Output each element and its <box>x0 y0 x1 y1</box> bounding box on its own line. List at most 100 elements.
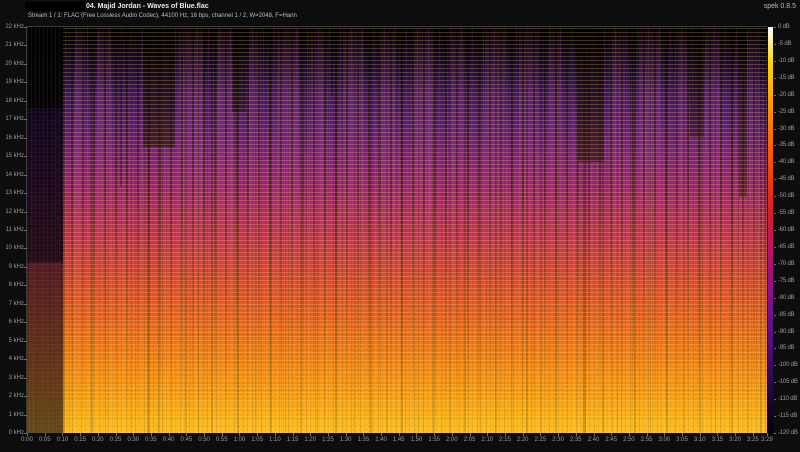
freq-axis-label: 5 kHz <box>0 338 24 345</box>
tick-mark <box>62 433 63 436</box>
tick-mark <box>27 433 28 436</box>
tick-mark <box>24 230 27 231</box>
tick-mark <box>452 433 453 436</box>
freq-axis-label: 9 kHz <box>0 264 24 271</box>
tick-mark <box>753 433 754 436</box>
tick-mark <box>505 433 506 436</box>
tick-mark <box>24 82 27 83</box>
tick-mark <box>523 433 524 436</box>
freq-axis-label: 1 kHz <box>0 412 24 419</box>
tick-mark <box>629 433 630 436</box>
tick-mark <box>774 247 776 248</box>
tick-mark <box>186 433 187 436</box>
freq-axis-label: 12 kHz <box>0 209 24 216</box>
tick-mark <box>24 193 27 194</box>
tick-mark <box>24 119 27 120</box>
tick-mark <box>24 27 27 28</box>
freq-axis-label: 17 kHz <box>0 116 24 123</box>
db-scale-label: 0 dB <box>778 24 790 31</box>
tick-mark <box>24 267 27 268</box>
tick-mark <box>774 315 776 316</box>
freq-axis-label: 20 kHz <box>0 61 24 68</box>
tick-mark <box>257 433 258 436</box>
db-scale-label: -105 dB <box>778 379 798 386</box>
tick-mark <box>774 162 776 163</box>
tick-mark <box>767 433 768 436</box>
freq-axis-label: 2 kHz <box>0 393 24 400</box>
db-scale-label: -75 dB <box>778 278 794 285</box>
tick-mark <box>774 332 776 333</box>
tick-mark <box>275 433 276 436</box>
db-scale-label: -90 dB <box>778 329 794 336</box>
tick-mark <box>24 175 27 176</box>
db-scale-label: -80 dB <box>778 295 794 302</box>
tick-mark <box>774 298 776 299</box>
tick-mark <box>611 433 612 436</box>
tick-mark <box>80 433 81 436</box>
tick-mark <box>735 433 736 436</box>
tick-mark <box>774 61 776 62</box>
tick-mark <box>774 416 776 417</box>
db-scale-label: -70 dB <box>778 261 794 268</box>
tick-mark <box>700 433 701 436</box>
tick-mark <box>24 415 27 416</box>
db-legend-gradient-bar <box>768 27 773 433</box>
tick-mark <box>487 433 488 436</box>
db-scale-label: -50 dB <box>778 193 794 200</box>
tick-mark <box>293 433 294 436</box>
tick-mark <box>24 304 27 305</box>
tick-mark <box>24 322 27 323</box>
tick-mark <box>434 433 435 436</box>
tick-mark <box>346 433 347 436</box>
tick-mark <box>774 433 776 434</box>
tick-mark <box>774 95 776 96</box>
freq-axis-label: 13 kHz <box>0 190 24 197</box>
app-version-label: spek 0.8.5 <box>764 3 796 10</box>
tick-mark <box>24 138 27 139</box>
db-scale-label: -100 dB <box>778 362 798 369</box>
freq-axis-label: 14 kHz <box>0 172 24 179</box>
tick-mark <box>717 433 718 436</box>
freq-axis-label: 4 kHz <box>0 356 24 363</box>
tick-mark <box>774 365 776 366</box>
redacted-path-region <box>25 2 85 11</box>
tick-mark <box>774 112 776 113</box>
tick-mark <box>24 212 27 213</box>
db-scale-label: -25 dB <box>778 109 794 116</box>
tick-mark <box>310 433 311 436</box>
tick-mark <box>647 433 648 436</box>
tick-mark <box>774 348 776 349</box>
tick-mark <box>45 433 46 436</box>
tick-mark <box>24 341 27 342</box>
tick-mark <box>24 359 27 360</box>
freq-axis-label: 15 kHz <box>0 153 24 160</box>
freq-axis-label: 16 kHz <box>0 135 24 142</box>
stream-info-line: Stream 1 / 1: FLAC (Free Lossless Audio … <box>28 13 297 19</box>
tick-mark <box>24 64 27 65</box>
db-scale-label: -120 dB <box>778 430 798 437</box>
tick-mark <box>151 433 152 436</box>
tick-mark <box>416 433 417 436</box>
tick-mark <box>774 196 776 197</box>
freq-axis-label: 18 kHz <box>0 98 24 105</box>
db-scale-label: -40 dB <box>778 159 794 166</box>
tick-mark <box>774 281 776 282</box>
db-scale-label: -5 dB <box>778 41 791 48</box>
time-axis-label: 3:29 <box>755 437 779 444</box>
tick-mark <box>774 382 776 383</box>
db-scale-label: -10 dB <box>778 58 794 65</box>
freq-axis-label: 6 kHz <box>0 319 24 326</box>
tick-mark <box>204 433 205 436</box>
freq-axis-label: 11 kHz <box>0 227 24 234</box>
tick-mark <box>774 78 776 79</box>
tick-mark <box>239 433 240 436</box>
freq-axis-label: 3 kHz <box>0 375 24 382</box>
tick-mark <box>363 433 364 436</box>
db-scale-label: -110 dB <box>778 396 797 403</box>
tick-mark <box>24 101 27 102</box>
db-scale-label: -20 dB <box>778 92 794 99</box>
db-scale-label: -45 dB <box>778 176 794 183</box>
db-scale-label: -30 dB <box>778 126 794 133</box>
tick-mark <box>774 179 776 180</box>
tick-mark <box>774 399 776 400</box>
